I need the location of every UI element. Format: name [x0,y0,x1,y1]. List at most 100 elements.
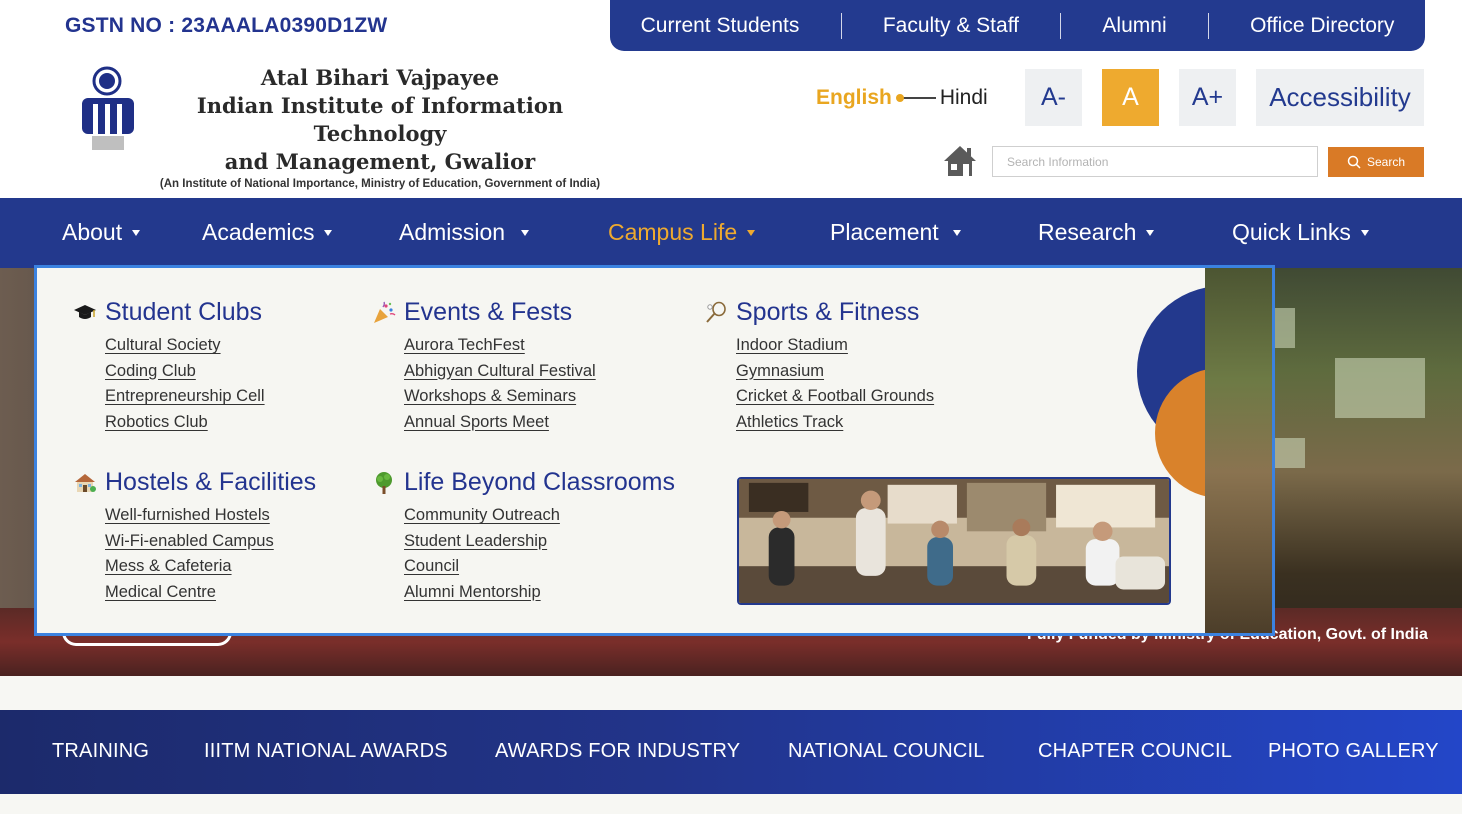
menu-link-list: Cultural Society Coding Club Entrepreneu… [105,333,265,435]
home-icon[interactable] [942,144,978,178]
menu-section-title: Student Clubs [105,298,263,326]
menu-link-indoor-stadium[interactable]: Indoor Stadium [736,336,848,354]
menu-section-title: Events & Fests [404,298,573,326]
nav-item-about[interactable]: About [62,219,141,246]
campus-life-mega-menu: Student Clubs Cultural Society Coding Cl… [34,265,1275,636]
menu-link-item: Cultural Society [105,333,265,359]
tree-icon [376,471,392,494]
menu-link-item: Cricket & Football Grounds [736,384,934,410]
menu-link-gymnasium[interactable]: Gymnasium [736,362,824,380]
quick-link-photo-gallery[interactable]: PHOTO GALLERY [1268,740,1439,763]
menu-link-list: Well-furnished Hostels Wi-Fi-enabled Cam… [105,503,316,605]
menu-link-mess-cafeteria[interactable]: Mess & Cafeteria [105,557,232,575]
menu-link-abhigyan-cultural-festival[interactable]: Abhigyan Cultural Festival [404,362,596,380]
quick-link-national-council[interactable]: NATIONAL COUNCIL [788,740,985,763]
menu-link-item: Alumni Mentorship [404,580,675,606]
menu-link-item: Indoor Stadium [736,333,934,359]
menu-link-community-outreach[interactable]: Community Outreach [404,506,560,524]
menu-link-wifi-enabled-campus[interactable]: Wi-Fi-enabled Campus [105,532,274,550]
institute-logo-icon[interactable] [72,64,142,174]
menu-section-sports-fitness: Sports & Fitness Indoor Stadium Gymnasiu… [704,298,934,435]
language-hindi[interactable]: Hindi [940,86,988,110]
accessibility-button[interactable]: Accessibility [1256,69,1424,126]
search-button-label: Search [1366,155,1406,169]
topbar-divider [840,12,842,39]
badminton-icon [706,301,726,323]
nav-item-label: Research [1038,219,1137,245]
menu-link-item: Wi-Fi-enabled Campus [105,529,316,555]
nav-item-admission[interactable]: Admission [399,219,530,246]
nav-item-academics[interactable]: Academics [202,219,333,246]
quick-link-chapter-council[interactable]: CHAPTER COUNCIL [1038,740,1232,763]
topbar-link-office-directory[interactable]: Office Directory [1250,14,1394,38]
menu-section-heading: Student Clubs [73,298,265,327]
top-utility-bar: Current Students Faculty & Staff Alumni … [610,0,1425,51]
search-button[interactable]: Search [1328,147,1424,177]
language-english[interactable]: English [816,86,892,110]
nav-item-quick-links[interactable]: Quick Links [1232,219,1369,246]
menu-link-item: Coding Club [105,359,265,385]
search-icon [1347,155,1361,169]
language-switch-track[interactable] [895,94,936,102]
nav-item-label: About [62,219,123,245]
menu-link-medical-centre[interactable]: Medical Centre [105,583,216,601]
menu-section-student-clubs: Student Clubs Cultural Society Coding Cl… [73,298,265,435]
campus-cafe-photo[interactable] [737,477,1171,605]
caret-down-icon [1360,229,1369,236]
menu-link-workshops-seminars[interactable]: Workshops & Seminars [404,387,576,405]
caret-down-icon [952,229,961,236]
menu-section-heading: Sports & Fitness [704,298,934,327]
topbar-link-faculty-staff[interactable]: Faculty & Staff [883,14,1019,38]
menu-link-coding-club[interactable]: Coding Club [105,362,196,380]
nav-item-label: Quick Links [1232,219,1351,245]
institute-name: Atal Bihari Vajpayee Indian Institute of… [150,64,610,190]
menu-link-list: Aurora TechFest Abhigyan Cultural Festiv… [404,333,596,435]
menu-link-aurora-techfest[interactable]: Aurora TechFest [404,336,525,354]
topbar-link-current-students[interactable]: Current Students [641,14,800,38]
font-increase-button[interactable]: A+ [1179,69,1236,126]
menu-section-heading: Hostels & Facilities [73,468,316,497]
menu-link-well-furnished-hostels[interactable]: Well-furnished Hostels [105,506,270,524]
font-normal-button[interactable]: A [1102,69,1159,126]
caret-down-icon [324,229,333,236]
quick-link-iiitm-national-awards[interactable]: IIITM NATIONAL AWARDS [204,740,448,763]
menu-section-events-fests: Events & Fests Aurora TechFest Abhigyan … [372,298,596,435]
menu-link-item: Medical Centre [105,580,316,606]
menu-link-item: Athletics Track [736,410,934,436]
menu-link-item: Aurora TechFest [404,333,596,359]
search-input[interactable] [992,146,1318,177]
nav-item-label: Placement [830,219,939,245]
menu-link-robotics-club[interactable]: Robotics Club [105,413,208,431]
menu-link-annual-sports-meet[interactable]: Annual Sports Meet [404,413,549,431]
quick-link-training[interactable]: TRAINING [52,740,149,763]
menu-link-entrepreneurship-cell[interactable]: Entrepreneurship Cell [105,387,265,405]
topbar-link-alumni[interactable]: Alumni [1102,14,1166,38]
quick-link-awards-for-industry[interactable]: AWARDS FOR INDUSTRY [495,740,740,763]
language-switch-knob [895,94,904,102]
menu-link-athletics-track[interactable]: Athletics Track [736,413,843,431]
site-header: GSTN NO : 23AAALA0390D1ZW Current Studen… [0,0,1462,198]
menu-link-item: Annual Sports Meet [404,410,596,436]
menu-link-item: Council [404,554,675,580]
page-bottom-strip [0,794,1462,814]
institute-name-line-2: Indian Institute of Information Technolo… [196,93,564,146]
menu-link-item: Well-furnished Hostels [105,503,316,529]
hostel-house-icon [75,473,96,492]
menu-link-council[interactable]: Council [404,557,459,575]
caret-down-icon [521,229,530,236]
menu-link-list: Community Outreach Student Leadership Co… [404,503,675,605]
caret-down-icon [1146,229,1155,236]
nav-item-campus-life[interactable]: Campus Life [608,219,756,246]
nav-item-placement[interactable]: Placement [830,219,961,246]
institute-name-line-3: and Management, Gwalior [224,149,536,174]
menu-link-cultural-society[interactable]: Cultural Society [105,336,221,354]
font-decrease-button[interactable]: A- [1025,69,1082,126]
institute-name-line-1: Atal Bihari Vajpayee [260,65,500,90]
party-popper-icon [374,301,396,323]
menu-link-cricket-football-grounds[interactable]: Cricket & Football Grounds [736,387,934,405]
menu-section-heading: Life Beyond Classrooms [372,468,675,497]
caret-down-icon [747,229,756,236]
menu-link-alumni-mentorship[interactable]: Alumni Mentorship [404,583,541,601]
nav-item-research[interactable]: Research [1038,219,1155,246]
menu-link-student-leadership[interactable]: Student Leadership [404,532,547,550]
